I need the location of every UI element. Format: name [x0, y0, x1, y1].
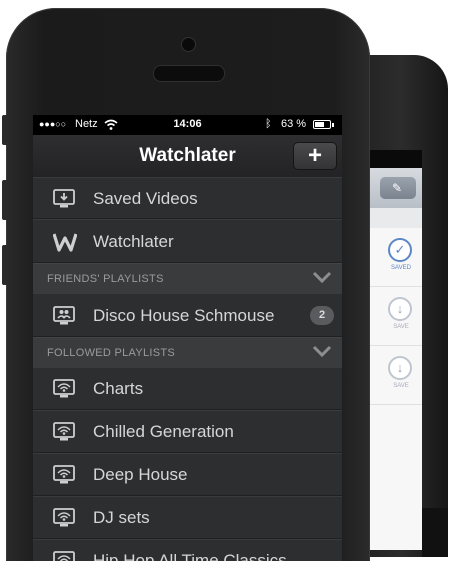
download-icon[interactable]: ↓	[388, 356, 412, 380]
playlist-item[interactable]: Hip Hop All Time Classics	[33, 539, 342, 561]
download-icon[interactable]: ↓	[388, 297, 412, 321]
monitor-users-icon	[53, 306, 75, 325]
monitor-broadcast-icon	[53, 422, 75, 441]
volume-up-button	[2, 180, 8, 220]
back-list-item[interactable]: ↓ SAVE	[366, 346, 422, 405]
playlist-label: Deep House	[93, 465, 188, 484]
monitor-broadcast-icon	[53, 379, 75, 398]
back-save-label: SAVE	[393, 324, 409, 330]
chevron-down-icon[interactable]	[311, 342, 333, 360]
back-subheader	[366, 208, 422, 228]
playlist-label: Chilled Generation	[93, 422, 234, 441]
monitor-download-icon	[53, 189, 75, 208]
battery-percentage: 63 %	[281, 118, 307, 130]
status-bar: ●●●○○ Netz 14:06 ᛒ 63 %	[33, 115, 342, 135]
section-title: FRIENDS' PLAYLISTS	[47, 273, 164, 285]
front-camera	[181, 37, 196, 52]
playlist-item[interactable]: Deep House	[33, 453, 342, 496]
volume-down-button	[2, 245, 8, 285]
playlist-label: Charts	[93, 379, 144, 398]
back-phone-screen: ✎ ✓ SAVED ↓ SAVE ↓ SAVE	[366, 150, 422, 550]
battery-tip	[332, 123, 334, 127]
back-list-item[interactable]: ✓ SAVED	[366, 228, 422, 287]
monitor-broadcast-icon	[53, 551, 75, 561]
monitor-broadcast-icon	[53, 508, 75, 527]
back-list-item[interactable]: ↓ SAVE	[366, 287, 422, 346]
count-badge: 2	[310, 306, 334, 325]
section-title: FOLLOWED PLAYLISTS	[47, 347, 176, 359]
watchlater-logo-icon	[53, 233, 77, 252]
mute-switch	[2, 115, 8, 145]
menu-item-saved-videos[interactable]: Saved Videos	[33, 177, 342, 219]
back-edit-button[interactable]: ✎	[380, 177, 416, 199]
back-phone-bottom	[422, 508, 448, 557]
section-header-friends-playlists[interactable]: FRIENDS' PLAYLISTS	[33, 263, 342, 293]
monitor-broadcast-icon	[53, 465, 75, 484]
navigation-bar: Watchlater +	[33, 135, 342, 178]
battery-level	[315, 122, 324, 127]
back-nav-bar: ✎	[366, 168, 422, 208]
bluetooth-icon: ᛒ	[265, 118, 272, 130]
menu-item-label: Watchlater	[93, 232, 174, 251]
back-list-item	[366, 405, 422, 550]
add-button[interactable]: +	[293, 142, 337, 170]
app-screen: ●●●○○ Netz 14:06 ᛒ 63 % Watchlater + Sav…	[33, 115, 342, 561]
check-icon[interactable]: ✓	[388, 238, 412, 262]
playlist-label: Disco House Schmouse	[93, 306, 275, 325]
playlist-item[interactable]: Chilled Generation	[33, 410, 342, 453]
chevron-down-icon[interactable]	[311, 268, 333, 286]
playlist-item[interactable]: DJ sets	[33, 496, 342, 539]
back-saved-label: SAVED	[391, 265, 411, 271]
earpiece-speaker	[153, 65, 225, 82]
section-header-followed-playlists[interactable]: FOLLOWED PLAYLISTS	[33, 337, 342, 367]
playlist-item[interactable]: Charts	[33, 367, 342, 410]
pencil-icon: ✎	[392, 181, 403, 195]
playlist-label: Hip Hop All Time Classics	[93, 551, 287, 561]
playlist-label: DJ sets	[93, 508, 150, 527]
menu-item-watchlater[interactable]: Watchlater	[33, 219, 342, 263]
back-status-bar	[366, 150, 422, 168]
menu-item-label: Saved Videos	[93, 189, 198, 208]
battery-icon	[313, 120, 331, 129]
back-save-label: SAVE	[393, 383, 409, 389]
playlist-item[interactable]: Disco House Schmouse 2	[33, 293, 342, 337]
